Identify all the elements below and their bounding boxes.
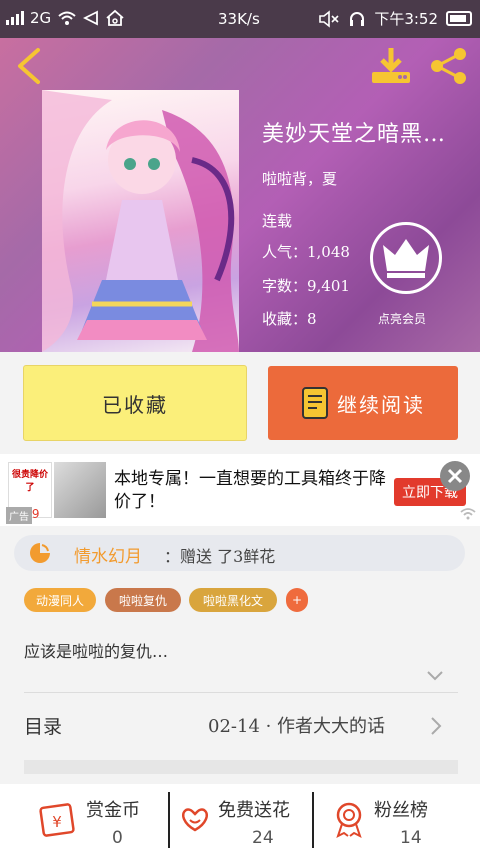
gift-pie-icon (30, 543, 50, 563)
book-cover[interactable] (42, 90, 239, 352)
coin-envelope-icon[interactable]: ¥ (38, 800, 76, 838)
toc-latest-chapter[interactable]: 02-14 · 作者大大的话 (208, 712, 385, 738)
book-summary: 应该是啦啦的复仇… (24, 642, 169, 661)
cover-illustration (42, 90, 239, 352)
headset-icon (350, 11, 365, 26)
free-flower-label[interactable]: 免费送花 (218, 796, 290, 822)
tag-item[interactable]: 动漫同人 (24, 588, 96, 612)
book-icon (302, 387, 328, 419)
tag-item[interactable]: 啦啦复仇 (105, 588, 181, 612)
continue-reading-button[interactable]: 继续阅读 (268, 366, 458, 440)
add-tag-button[interactable]: + (286, 588, 308, 612)
book-author[interactable]: 啦啦背，夏 (262, 168, 337, 189)
word-count-stat: 字数：9,401 (262, 277, 350, 295)
tag-item[interactable]: 啦啦黑化文 (189, 588, 277, 612)
network-type: 2G (30, 9, 52, 27)
mute-icon (319, 9, 339, 28)
wifi-icon (58, 11, 76, 25)
divider (312, 792, 314, 848)
book-title: 美妙天堂之暗黑… (262, 122, 447, 147)
continue-reading-label: 继续阅读 (337, 392, 425, 417)
section-separator (24, 760, 458, 774)
signal-icon (6, 11, 24, 25)
clock: 下午3:52 (374, 10, 438, 28)
favorites-stat: 收藏：8 (262, 310, 317, 328)
gift-user: 情水幻月 (74, 547, 142, 567)
battery-icon (446, 11, 472, 26)
vip-label: 点亮会员 (378, 312, 427, 326)
divider (24, 692, 458, 693)
flower-icon[interactable] (176, 800, 214, 838)
divider (168, 792, 170, 848)
ad-thumb-top-text: 很贵降价了 (11, 470, 48, 493)
svg-text:¥: ¥ (52, 813, 62, 831)
chevron-down-icon[interactable] (426, 670, 444, 682)
reward-value: 0 (112, 828, 123, 848)
download-icon[interactable] (370, 46, 412, 86)
chevron-right-icon[interactable] (430, 716, 442, 736)
free-flower-value: 24 (252, 828, 274, 848)
fans-rank-label[interactable]: 粉丝榜 (374, 796, 428, 822)
gift-message: ：赠送 了3鲜花 (164, 547, 276, 566)
medal-icon[interactable] (330, 800, 368, 838)
network-speed: 33K/s (218, 10, 260, 28)
reward-label[interactable]: 赏金币 (86, 796, 140, 822)
back-icon[interactable] (12, 46, 46, 86)
ad-badge: 广告 (6, 507, 32, 524)
crown-icon (383, 239, 429, 278)
toc-label[interactable]: 目录 (24, 712, 62, 739)
gift-ticker[interactable]: 情水幻月 ：赠送 了3鲜花 (14, 535, 465, 571)
status-bar: 2G 33K/s 下午3:52 (0, 0, 480, 38)
fans-rank-value: 14 (400, 828, 422, 848)
share-icon[interactable] (428, 46, 470, 86)
popularity-stat: 人气：1,048 (262, 243, 350, 261)
ad-close-button[interactable] (440, 461, 470, 491)
serial-status: 连载 (262, 212, 293, 230)
ad-text[interactable]: 本地专属！一直想要的工具箱终于降价了！ (114, 468, 394, 514)
home-icon (106, 9, 124, 26)
close-icon (447, 468, 463, 484)
location-arrow-icon (83, 10, 99, 26)
ad-signal-icon (460, 508, 476, 520)
vip-button[interactable] (370, 222, 442, 294)
ad-thumbnail-tools (54, 462, 106, 518)
favorited-button[interactable]: 已收藏 (23, 365, 247, 441)
